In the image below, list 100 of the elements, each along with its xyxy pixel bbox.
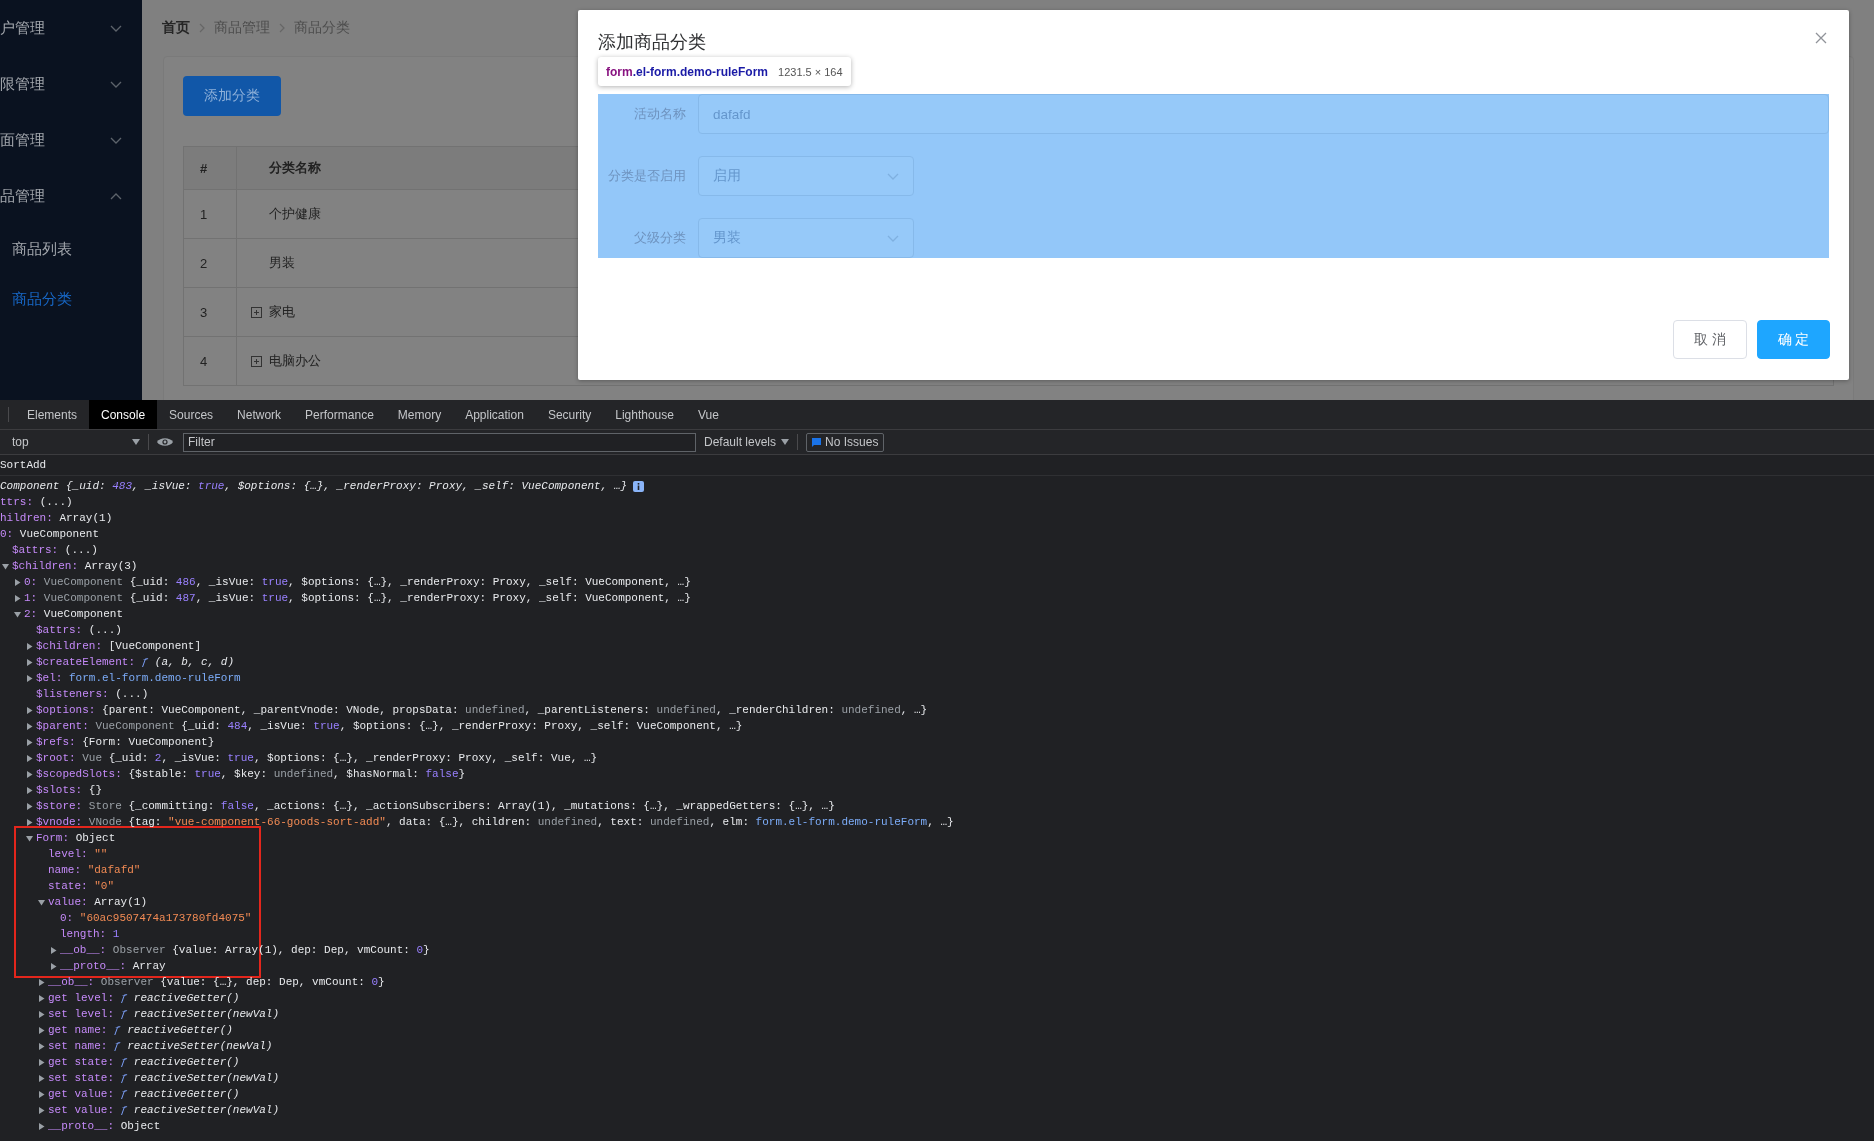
caret-right-icon[interactable] bbox=[26, 754, 33, 762]
console-line: get name: ƒ reactiveGetter() bbox=[48, 1024, 233, 1036]
caret-down-icon bbox=[781, 439, 790, 445]
caret-right-icon[interactable] bbox=[50, 962, 57, 970]
console-line: 0: "60ac9507474a173780fd4075" bbox=[60, 912, 252, 924]
console-line: set level: ƒ reactiveSetter(newVal) bbox=[48, 1008, 280, 1020]
console-line: $attrs: (...) bbox=[36, 624, 122, 636]
console-line: level: "" bbox=[48, 848, 108, 860]
caret-down-icon[interactable] bbox=[26, 834, 33, 842]
devtools-tab[interactable]: Security bbox=[535, 400, 604, 429]
caret-right-icon[interactable] bbox=[14, 578, 21, 586]
console-line: $children: Array(3) bbox=[12, 560, 138, 572]
caret-right-icon[interactable] bbox=[38, 1106, 45, 1114]
console-line: $parent: VueComponent {_uid: 484, _isVue: true, $options: {…}, _renderProxy: Proxy, _self: VueComponent, …} bbox=[36, 720, 743, 732]
table-cell: 4 bbox=[184, 337, 237, 385]
table-cell: 1 bbox=[184, 190, 237, 238]
menu-item[interactable]: 品管理 bbox=[0, 168, 142, 224]
console-line: $listeners: (...) bbox=[36, 688, 149, 700]
table-cell: 个护健康 bbox=[269, 205, 321, 223]
info-icon[interactable] bbox=[633, 480, 645, 492]
caret-right-icon[interactable] bbox=[38, 1074, 45, 1082]
console-line: $options: {parent: VueComponent, _parentVnode: VNode, propsData: undefined, _parentListeners: undefined, _renderChildren: undefined, …} bbox=[36, 704, 928, 716]
console-line: 0: VueComponent {_uid: 486, _isVue: true, $options: {…}, _renderProxy: Proxy, _self: VueComponent, …} bbox=[24, 576, 691, 588]
console-line: __proto__: Object bbox=[48, 1120, 161, 1132]
caret-right-icon[interactable] bbox=[26, 770, 33, 778]
close-icon[interactable] bbox=[1815, 32, 1827, 44]
caret-right-icon[interactable] bbox=[26, 738, 33, 746]
levels-dropdown[interactable]: Default levels bbox=[704, 435, 790, 449]
caret-down-icon[interactable] bbox=[2, 562, 9, 570]
caret-right-icon[interactable] bbox=[38, 994, 45, 1002]
console-line: $slots: {} bbox=[36, 784, 103, 796]
caret-right-icon[interactable] bbox=[50, 946, 57, 954]
context-dropdown[interactable]: top bbox=[12, 435, 140, 449]
cancel-button[interactable]: 取 消 bbox=[1673, 320, 1747, 359]
console-line: state: "0" bbox=[48, 880, 115, 892]
column-header: # bbox=[200, 160, 208, 176]
column-header: 分类名称 bbox=[269, 159, 321, 177]
console-line: get level: ƒ reactiveGetter() bbox=[48, 992, 240, 1004]
caret-right-icon[interactable] bbox=[38, 1026, 45, 1034]
caret-right-icon[interactable] bbox=[38, 978, 45, 986]
devtools-tab[interactable]: Console bbox=[89, 400, 158, 429]
filter-field[interactable]: Filter bbox=[183, 432, 696, 452]
table-cell: 电脑办公 bbox=[269, 352, 321, 370]
console-line: $children: [VueComponent] bbox=[36, 640, 202, 652]
caret-right-icon[interactable] bbox=[38, 1010, 45, 1018]
menu-item[interactable]: 限管理 bbox=[0, 56, 142, 112]
chevron-down-icon bbox=[887, 234, 899, 242]
console-line: 0: VueComponent bbox=[0, 528, 100, 540]
element-selector: form.el-form.demo-ruleForm bbox=[606, 64, 769, 79]
devtools-tab[interactable]: Sources bbox=[157, 400, 226, 429]
console-line: ttrs: (...) bbox=[0, 496, 73, 508]
menu-item[interactable]: 面管理 bbox=[0, 112, 142, 168]
element-size: 1231.5 × 164 bbox=[778, 65, 843, 78]
menu-item[interactable]: 商品列表 bbox=[0, 224, 142, 274]
devtools-tab[interactable]: Vue bbox=[685, 400, 731, 429]
caret-down-icon[interactable] bbox=[38, 898, 45, 906]
caret-right-icon[interactable] bbox=[14, 594, 21, 602]
console-line: 1: VueComponent {_uid: 487, _isVue: true, $options: {…}, _renderProxy: Proxy, _self: VueComponent, …} bbox=[24, 592, 691, 604]
devtools-tab[interactable]: Elements bbox=[15, 400, 90, 429]
menu-item[interactable]: 户管理 bbox=[0, 0, 142, 56]
log-source: SortAdd bbox=[0, 459, 47, 471]
table-cell: 3 bbox=[184, 288, 237, 336]
caret-right-icon[interactable] bbox=[26, 802, 33, 810]
console-line: get state: ƒ reactiveGetter() bbox=[48, 1056, 240, 1068]
caret-down-icon[interactable] bbox=[14, 610, 21, 618]
caret-right-icon[interactable] bbox=[26, 706, 33, 714]
caret-right-icon[interactable] bbox=[38, 1122, 45, 1130]
expand-plus-icon[interactable] bbox=[251, 355, 262, 367]
breadcrumb-item[interactable]: 首页 bbox=[162, 19, 190, 37]
console-line: __ob__: Observer {value: {…}, dep: Dep, vmCount: 0} bbox=[48, 976, 385, 988]
chevron-right-icon bbox=[279, 23, 285, 33]
chevron-right-icon bbox=[199, 23, 205, 33]
devtools-tab[interactable]: Performance bbox=[293, 400, 386, 429]
expand-plus-icon[interactable] bbox=[251, 306, 262, 318]
devtools-tab[interactable]: Application bbox=[453, 400, 536, 429]
message-icon bbox=[812, 437, 822, 447]
issues-button[interactable]: No Issues bbox=[806, 432, 885, 452]
field-label: 父级分类 bbox=[633, 229, 687, 247]
caret-right-icon[interactable] bbox=[26, 786, 33, 794]
table-cell: 家电 bbox=[269, 303, 295, 321]
console-line: name: "dafafd" bbox=[48, 864, 141, 876]
eye-icon[interactable] bbox=[157, 437, 173, 447]
table-cell: 2 bbox=[184, 239, 237, 287]
caret-right-icon[interactable] bbox=[38, 1042, 45, 1050]
devtools-tab[interactable]: Network bbox=[225, 400, 294, 429]
console-line: $refs: {Form: VueComponent} bbox=[36, 736, 215, 748]
devtools-tab[interactable]: Memory bbox=[385, 400, 454, 429]
caret-right-icon[interactable] bbox=[26, 658, 33, 666]
caret-right-icon[interactable] bbox=[26, 722, 33, 730]
caret-right-icon[interactable] bbox=[38, 1058, 45, 1066]
console-line: value: Array(1) bbox=[48, 896, 148, 908]
console-line: Component {_uid: 483, _isVue: true, $options: {…}, _renderProxy: Proxy, _self: VueComponent, …} bbox=[0, 480, 628, 492]
devtools-tab[interactable]: Lighthouse bbox=[603, 400, 686, 429]
console-line: __proto__: Array bbox=[60, 960, 166, 972]
caret-right-icon[interactable] bbox=[38, 1090, 45, 1098]
console-line: Form: Object bbox=[36, 832, 116, 844]
caret-right-icon[interactable] bbox=[26, 642, 33, 650]
caret-right-icon[interactable] bbox=[26, 674, 33, 682]
console-line: set value: ƒ reactiveSetter(newVal) bbox=[48, 1104, 280, 1116]
caret-right-icon[interactable] bbox=[26, 818, 33, 826]
